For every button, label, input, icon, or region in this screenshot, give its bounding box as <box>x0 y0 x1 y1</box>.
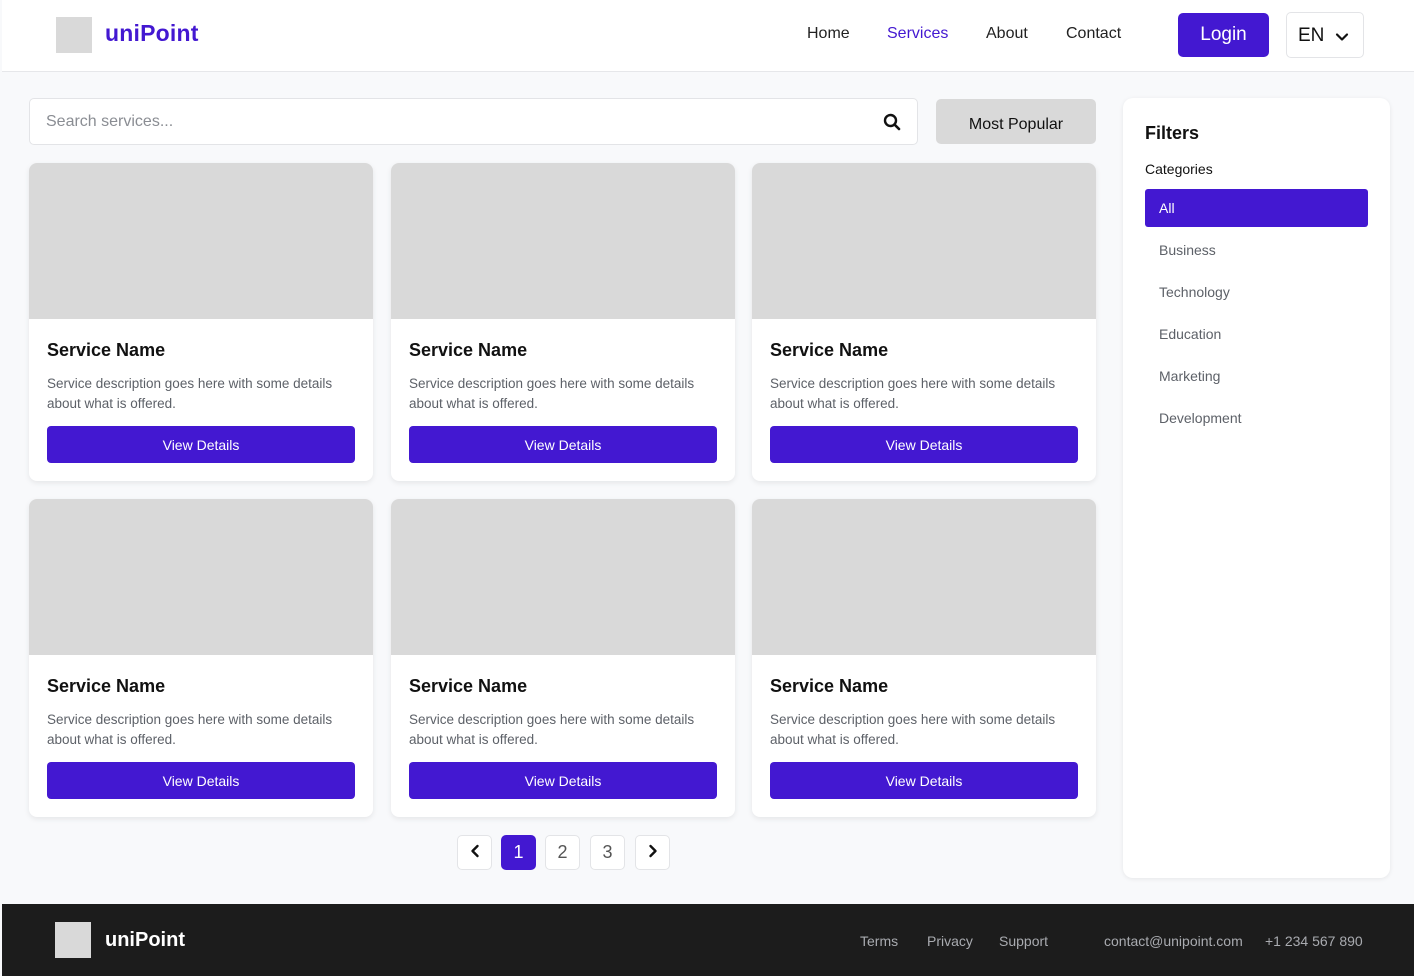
view-details-button[interactable]: View Details <box>770 762 1078 799</box>
category-education[interactable]: Education <box>1145 315 1368 353</box>
category-marketing[interactable]: Marketing <box>1145 357 1368 395</box>
service-description: Service description goes here with some … <box>409 376 695 411</box>
chevron-left-icon <box>469 842 481 863</box>
service-card: Service Name Service description goes he… <box>29 163 373 481</box>
category-technology[interactable]: Technology <box>1145 273 1368 311</box>
service-description: Service description goes here with some … <box>770 376 1056 411</box>
top-header: uniPoint Home Services About Contact Log… <box>2 0 1414 72</box>
category-business[interactable]: Business <box>1145 231 1368 269</box>
logo-placeholder[interactable] <box>56 17 92 53</box>
service-card: Service Name Service description goes he… <box>752 499 1096 817</box>
service-description: Service description goes here with some … <box>409 712 695 747</box>
brand-name[interactable]: uniPoint <box>105 20 199 47</box>
service-title: Service Name <box>47 340 166 360</box>
login-button[interactable]: Login <box>1178 13 1269 57</box>
view-details-button[interactable]: View Details <box>47 762 355 799</box>
footer-phone: +1 234 567 890 <box>1265 933 1363 949</box>
next-page-button[interactable] <box>635 835 670 870</box>
language-select[interactable]: EN <box>1286 12 1364 58</box>
sort-button[interactable]: Most Popular <box>936 99 1096 144</box>
search-icon[interactable] <box>883 113 901 136</box>
footer-link-privacy[interactable]: Privacy <box>927 933 973 949</box>
view-details-button[interactable]: View Details <box>770 426 1078 463</box>
search-bar <box>29 98 918 145</box>
chevron-down-icon <box>1335 28 1349 50</box>
filters-panel: Filters Categories All Business Technolo… <box>1123 98 1390 878</box>
language-label: EN <box>1298 25 1325 46</box>
service-card: Service Name Service description goes he… <box>391 499 735 817</box>
service-title: Service Name <box>47 676 166 696</box>
nav-contact[interactable]: Contact <box>1066 25 1121 43</box>
view-details-button[interactable]: View Details <box>409 762 717 799</box>
nav-about[interactable]: About <box>986 25 1028 43</box>
footer-email[interactable]: contact@unipoint.com <box>1104 933 1243 949</box>
service-card: Service Name Service description goes he… <box>29 499 373 817</box>
search-input[interactable] <box>46 111 866 133</box>
categories-label: Categories <box>1145 161 1213 177</box>
footer-link-terms[interactable]: Terms <box>860 933 898 949</box>
category-all[interactable]: All <box>1145 189 1368 227</box>
page-2-button[interactable]: 2 <box>545 835 580 870</box>
page-1-button[interactable]: 1 <box>501 835 536 870</box>
category-development[interactable]: Development <box>1145 399 1368 437</box>
footer-brand-name: uniPoint <box>105 929 185 951</box>
service-image-placeholder <box>29 499 373 655</box>
nav-home[interactable]: Home <box>807 25 850 43</box>
previous-page-button[interactable] <box>457 835 492 870</box>
service-description: Service description goes here with some … <box>770 712 1056 747</box>
footer-link-support[interactable]: Support <box>999 933 1048 949</box>
service-title: Service Name <box>770 340 889 360</box>
service-title: Service Name <box>409 340 528 360</box>
service-title: Service Name <box>770 676 889 696</box>
filters-title: Filters <box>1145 123 1200 143</box>
service-image-placeholder <box>752 163 1096 319</box>
footer-logo-placeholder <box>55 922 91 958</box>
site-footer: uniPoint Terms Privacy Support contact@u… <box>2 904 1414 976</box>
service-card: Service Name Service description goes he… <box>391 163 735 481</box>
nav-services[interactable]: Services <box>887 25 948 43</box>
view-details-button[interactable]: View Details <box>409 426 717 463</box>
service-image-placeholder <box>29 163 373 319</box>
service-image-placeholder <box>752 499 1096 655</box>
service-title: Service Name <box>409 676 528 696</box>
service-description: Service description goes here with some … <box>47 376 333 411</box>
chevron-right-icon <box>647 842 659 863</box>
service-image-placeholder <box>391 163 735 319</box>
service-card: Service Name Service description goes he… <box>752 163 1096 481</box>
service-description: Service description goes here with some … <box>47 712 333 747</box>
page-3-button[interactable]: 3 <box>590 835 625 870</box>
view-details-button[interactable]: View Details <box>47 426 355 463</box>
service-image-placeholder <box>391 499 735 655</box>
